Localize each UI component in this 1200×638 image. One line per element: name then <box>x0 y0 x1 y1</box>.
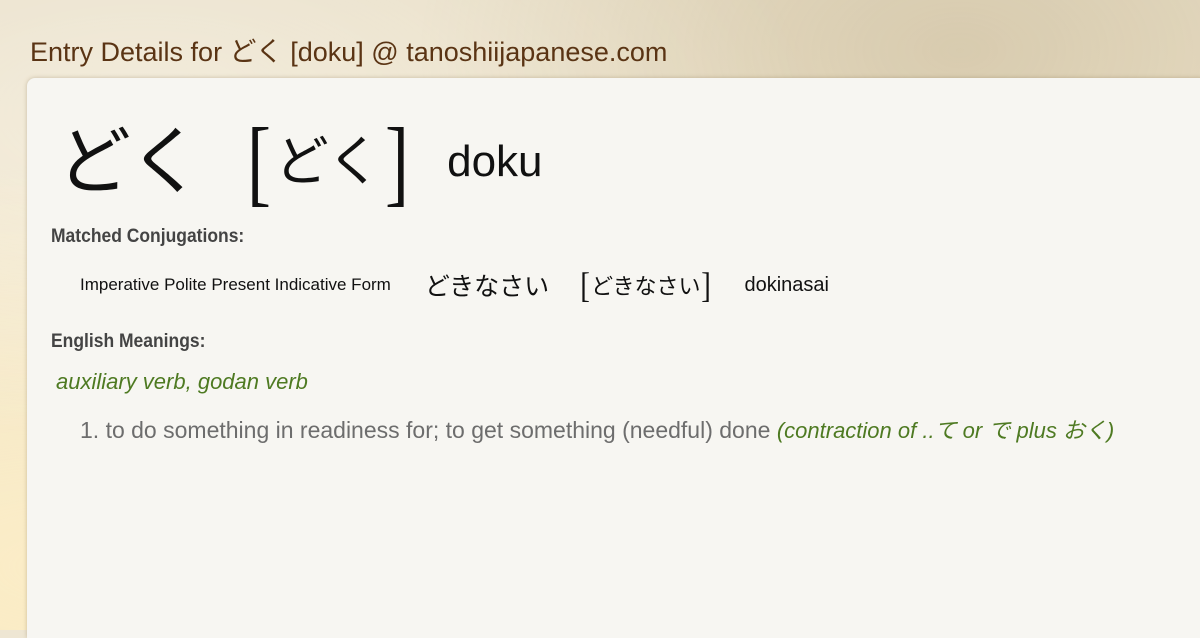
headword-romaji: doku <box>447 137 543 186</box>
conjugation-form-name: Imperative Polite Present Indicative For… <box>80 275 391 294</box>
headword-bracket-close: ] <box>385 108 410 215</box>
headword-kanji: どく <box>57 119 203 205</box>
entry-card: どく [ どく ] doku Matched Conjugations: Imp… <box>27 78 1200 638</box>
meaning-item: 1. to do something in readiness for; to … <box>80 413 1114 445</box>
english-meanings-label: English Meanings: <box>51 331 206 352</box>
part-of-speech-tags: auxiliary verb, godan verb <box>56 369 308 394</box>
page-title: Entry Details for どく [doku] @ tanoshiija… <box>30 37 668 67</box>
meaning-text: 1. to do something in readiness for; to … <box>80 417 777 443</box>
conjugation-bracket-close: ] <box>701 265 712 305</box>
meaning-note: (contraction of ..て or で plus おく) <box>776 418 1115 443</box>
conjugation-row: Imperative Polite Present Indicative For… <box>80 264 829 306</box>
conjugation-kana: どきなさい <box>424 272 550 301</box>
headword: どく [ どく ] doku <box>57 114 543 210</box>
conjugation-romaji: dokinasai <box>744 273 829 296</box>
headword-bracket-open: [ <box>246 108 271 215</box>
headword-reading: どく <box>274 130 382 193</box>
matched-conjugations-label: Matched Conjugations: <box>51 226 245 247</box>
conjugation-reading: どきなさい <box>591 275 701 300</box>
conjugation-bracket-open: [ <box>580 265 590 305</box>
